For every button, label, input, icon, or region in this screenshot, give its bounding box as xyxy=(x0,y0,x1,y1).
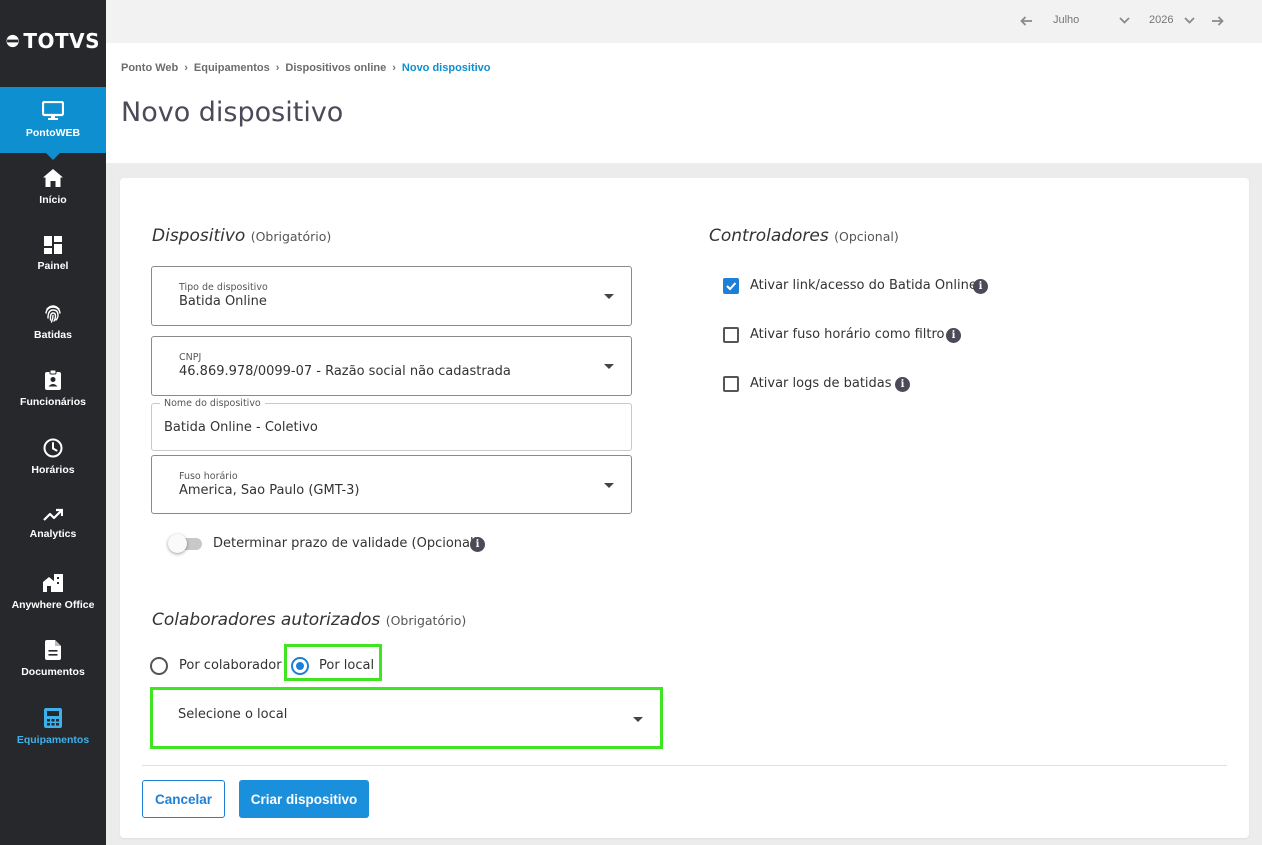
controller-option-label: Ativar link/acesso do Batida Online xyxy=(750,278,977,293)
check-icon xyxy=(726,282,737,291)
radio-label-location: Por local xyxy=(319,658,375,673)
month-select[interactable]: Julho xyxy=(1053,14,1079,26)
sidebar-item-funcionarios[interactable]: Funcionários xyxy=(0,355,106,422)
field-value: America, Sao Paulo (GMT-3) xyxy=(179,483,360,498)
radio-por-colaborador[interactable] xyxy=(150,657,168,675)
sidebar-item-label: Anywhere Office xyxy=(11,598,95,611)
controllers-optional-note: (Opcional) xyxy=(834,229,899,244)
cancel-button[interactable]: Cancelar xyxy=(142,780,225,818)
device-section-title: Dispositivo (Obrigatório) xyxy=(152,226,331,246)
field-label: Fuso horário xyxy=(179,471,238,482)
sidebar-item-label: Painel xyxy=(37,259,69,272)
info-icon[interactable]: i xyxy=(973,279,988,294)
document-icon xyxy=(45,639,61,660)
controller-option-label: Ativar fuso horário como filtro xyxy=(750,327,945,342)
breadcrumb-item[interactable]: Dispositivos online xyxy=(285,62,386,74)
collaborators-required-note: (Obrigatório) xyxy=(385,613,467,628)
monitor-icon xyxy=(42,101,64,120)
dashboard-icon xyxy=(44,235,62,254)
breadcrumb-separator: › xyxy=(184,62,188,74)
location-placeholder: Selecione o local xyxy=(178,707,288,722)
sidebar-item-equipamentos[interactable]: Equipamentos xyxy=(0,693,106,760)
divider xyxy=(142,765,1227,766)
checkbox-punch-logs[interactable] xyxy=(723,376,739,392)
sidebar-item-label: Analytics xyxy=(29,527,77,540)
arrow-left-icon[interactable] xyxy=(1020,16,1033,26)
radio-por-local[interactable] xyxy=(291,657,309,675)
breadcrumb: Ponto Web › Equipamentos › Dispositivos … xyxy=(121,62,491,74)
dropdown-caret-icon xyxy=(604,482,614,488)
dropdown-caret-icon xyxy=(604,364,614,369)
collaborators-title: Colaboradores autorizados xyxy=(152,610,381,630)
sidebar-item-analytics[interactable]: Analytics xyxy=(0,490,106,557)
device-required-note: (Obrigatório) xyxy=(250,229,332,244)
info-icon[interactable]: i xyxy=(895,377,910,392)
field-label: Nome do dispositivo xyxy=(160,398,265,409)
location-select[interactable]: Selecione o local xyxy=(153,690,660,746)
sidebar-app-label: PontoWEB xyxy=(25,127,81,139)
top-bar xyxy=(106,0,1262,43)
dropdown-caret-icon xyxy=(604,294,614,299)
sidebar-item-label: Horários xyxy=(31,463,75,476)
breadcrumb-item[interactable]: Equipamentos xyxy=(194,62,270,74)
controllers-title: Controladores xyxy=(709,226,829,246)
device-icon xyxy=(44,707,62,728)
logo-text: TOTVS xyxy=(23,29,100,53)
fingerprint-icon xyxy=(45,304,61,323)
building-icon xyxy=(43,573,63,592)
sidebar-item-documentos[interactable]: Documentos xyxy=(0,625,106,692)
clock-icon xyxy=(43,438,63,457)
sidebar-item-anywhere-office[interactable]: Anywhere Office xyxy=(0,558,106,625)
sidebar-item-label: Funcionários xyxy=(20,395,86,408)
field-label: CNPJ xyxy=(179,352,202,363)
totvs-logo: TOTVS xyxy=(6,27,100,55)
controllers-section-title: Controladores (Opcional) xyxy=(709,226,899,246)
sidebar-item-label: Início xyxy=(39,193,67,206)
badge-icon xyxy=(45,369,61,390)
year-select[interactable]: 2026 xyxy=(1149,14,1173,26)
info-icon[interactable]: i xyxy=(946,328,961,343)
sidebar: TOTVS PontoWEB Início Painel Batidas Fun… xyxy=(0,0,106,845)
sidebar-item-horarios[interactable]: Horários xyxy=(0,423,106,490)
field-label: Tipo de dispositivo xyxy=(179,282,268,293)
trending-icon xyxy=(43,508,63,521)
field-value: 46.869.978/0099-07 - Razão social não ca… xyxy=(179,364,511,379)
device-name-field[interactable]: Nome do dispositivo Batida Online - Cole… xyxy=(151,398,632,451)
validity-label: Determinar prazo de validade (Opcional) xyxy=(213,536,479,551)
create-device-button[interactable]: Criar dispositivo xyxy=(239,780,369,818)
toggle-knob xyxy=(168,534,187,553)
totvs-logo-icon xyxy=(6,34,19,48)
breadcrumb-separator: › xyxy=(275,62,280,74)
sidebar-item-batidas[interactable]: Batidas xyxy=(0,288,106,355)
sidebar-item-label: Documentos xyxy=(21,665,85,678)
arrow-right-icon[interactable] xyxy=(1211,16,1224,26)
sidebar-item-inicio[interactable]: Início xyxy=(0,153,106,220)
field-value: Batida Online xyxy=(179,294,267,309)
home-icon xyxy=(43,168,63,187)
sidebar-item-painel[interactable]: Painel xyxy=(0,220,106,287)
collaborators-section-title: Colaboradores autorizados (Obrigatório) xyxy=(152,610,466,630)
breadcrumb-item[interactable]: Ponto Web xyxy=(121,62,178,74)
radio-label-collaborator: Por colaborador xyxy=(179,658,282,673)
chevron-down-icon[interactable] xyxy=(1119,17,1130,24)
breadcrumb-separator: › xyxy=(392,62,396,74)
sidebar-item-label: Batidas xyxy=(34,328,72,341)
field-value: Batida Online - Coletivo xyxy=(164,420,318,435)
breadcrumb-current: Novo dispositivo xyxy=(401,62,491,74)
device-type-select[interactable]: Tipo de dispositivo Batida Online xyxy=(151,266,632,326)
checkbox-batida-online-link[interactable] xyxy=(723,278,739,294)
chevron-down-icon[interactable] xyxy=(1184,17,1195,24)
validity-toggle[interactable] xyxy=(168,534,202,553)
device-title: Dispositivo xyxy=(152,226,246,246)
checkbox-timezone-filter[interactable] xyxy=(723,327,739,343)
timezone-select[interactable]: Fuso horário America, Sao Paulo (GMT-3) xyxy=(151,455,632,514)
sidebar-item-label: Equipamentos xyxy=(16,733,90,746)
info-icon[interactable]: i xyxy=(470,537,485,552)
controller-option-label: Ativar logs de batidas xyxy=(750,376,892,391)
dropdown-caret-icon xyxy=(633,717,643,722)
sidebar-app-pontoweb[interactable]: PontoWEB xyxy=(0,87,106,160)
page-title: Novo dispositivo xyxy=(121,97,344,128)
cnpj-select[interactable]: CNPJ 46.869.978/0099-07 - Razão social n… xyxy=(151,336,632,396)
